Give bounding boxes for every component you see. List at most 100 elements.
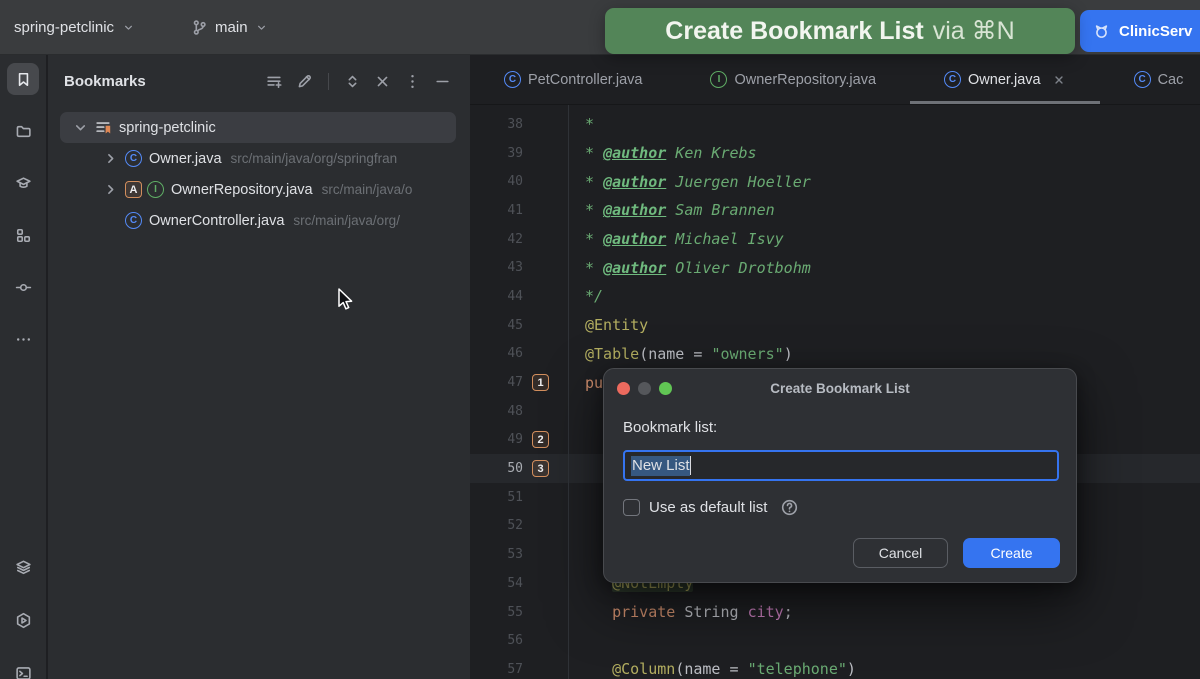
code-line-56[interactable]: 56: [470, 626, 1200, 655]
tab-owner-java[interactable]: COwner.java: [910, 55, 1100, 104]
minimize-window-button[interactable]: [638, 382, 651, 395]
zoom-window-button[interactable]: [659, 382, 672, 395]
line-number: 38: [470, 117, 523, 132]
input-selected-text: New List: [631, 456, 690, 476]
class-icon: C: [504, 71, 521, 88]
tool-window-button-bookmark[interactable]: [7, 63, 39, 95]
shortcut-banner: Create Bookmark List via ⌘N: [605, 8, 1075, 54]
bookmarks-toolbar: [266, 73, 451, 90]
tool-window-button-modules[interactable]: [7, 219, 39, 251]
run-configuration-label: ClinicServ: [1119, 23, 1192, 40]
bookmark-list-field-label: Bookmark list:: [623, 419, 1057, 436]
cancel-button[interactable]: Cancel: [853, 538, 948, 568]
tab-petcontroller-java[interactable]: CPetController.java: [470, 55, 676, 104]
chevron-down-icon: [122, 21, 135, 34]
editor-tab-bar: CPetController.javaIOwnerRepository.java…: [470, 55, 1200, 105]
code-line-44[interactable]: 44*/: [470, 282, 1200, 311]
collapse-all-button[interactable]: [374, 73, 391, 90]
code-line-46[interactable]: 46@Table(name = "owners"): [470, 340, 1200, 369]
tool-window-button-graduation-cap[interactable]: [7, 167, 39, 199]
line-number: 40: [470, 174, 523, 189]
bookmark-mnemonic-gutter[interactable]: 1: [532, 374, 549, 391]
panel-title: Bookmarks: [64, 73, 146, 90]
tab-cac[interactable]: CCac: [1100, 55, 1200, 104]
bookmark-list-icon: [95, 119, 112, 136]
hide-panel-icon: [434, 73, 451, 90]
mouse-cursor: [336, 287, 356, 313]
use-as-default-checkbox[interactable]: [623, 499, 640, 516]
chevron-right-icon[interactable]: [102, 150, 119, 167]
line-number: 53: [470, 547, 523, 562]
more-vertical-button[interactable]: [404, 73, 421, 90]
line-number: 47: [470, 375, 523, 390]
add-list-button[interactable]: [266, 73, 283, 90]
tree-item-owner-java[interactable]: COwner.javasrc/main/java/org/springfran: [60, 143, 456, 174]
code-line-40[interactable]: 40* @author Juergen Hoeller: [470, 167, 1200, 196]
tool-window-button-terminal[interactable]: [7, 657, 39, 679]
close-tab-icon[interactable]: [1052, 73, 1066, 87]
class-icon: C: [944, 71, 961, 88]
project-switcher[interactable]: spring-petclinic: [14, 19, 135, 36]
create-bookmark-list-dialog: Create Bookmark List Bookmark list: New …: [603, 368, 1077, 583]
bookmark-mnemonic-gutter[interactable]: 3: [532, 460, 549, 477]
chevron-right-icon[interactable]: [102, 181, 119, 198]
terminal-icon: [15, 665, 32, 679]
interface-icon: I: [147, 181, 164, 198]
expand-all-button[interactable]: [344, 73, 361, 90]
bookmarks-tree: spring-petclinicCOwner.javasrc/main/java…: [48, 107, 470, 236]
create-button[interactable]: Create: [963, 538, 1060, 568]
line-number: 48: [470, 404, 523, 419]
code-line-38[interactable]: 38*: [470, 110, 1200, 139]
line-number: 45: [470, 318, 523, 333]
editor-area: CPetController.javaIOwnerRepository.java…: [470, 55, 1200, 679]
chevron-down-icon[interactable]: [72, 119, 89, 136]
code-line-42[interactable]: 42* @author Michael Isvy: [470, 225, 1200, 254]
tool-window-button-folder[interactable]: [7, 115, 39, 147]
dialog-titlebar: Create Bookmark List: [604, 369, 1076, 407]
code-line-39[interactable]: 39* @author Ken Krebs: [470, 139, 1200, 168]
bookmarks-panel-header: Bookmarks: [48, 55, 470, 107]
line-number: 50: [470, 461, 523, 476]
line-number: 41: [470, 203, 523, 218]
chevron-down-icon: [255, 21, 268, 34]
bookmark-mnemonic-gutter[interactable]: 2: [532, 431, 549, 448]
tool-window-button-run-hexagon[interactable]: [7, 604, 39, 636]
tree-item-spring-petclinic[interactable]: spring-petclinic: [60, 112, 456, 143]
hide-panel-button[interactable]: [434, 73, 451, 90]
pet-icon: [1093, 23, 1110, 40]
code-line-45[interactable]: 45@Entity: [470, 311, 1200, 340]
code-line-57[interactable]: 57 @Column(name = "telephone"): [470, 655, 1200, 679]
line-number: 46: [470, 346, 523, 361]
line-number: 55: [470, 605, 523, 620]
line-number: 42: [470, 232, 523, 247]
tree-item-ownercontroller-java[interactable]: COwnerController.javasrc/main/java/org/: [60, 205, 456, 236]
shortcut-keys: via ⌘N: [933, 16, 1015, 46]
bookmarks-panel: Bookmarks spring-petclinicCOwner.javasrc…: [48, 55, 470, 679]
modules-icon: [15, 227, 32, 244]
tab-ownerrepository-java[interactable]: IOwnerRepository.java: [676, 55, 910, 104]
edit-pencil-icon: [296, 73, 313, 90]
vcs-branch-widget[interactable]: main: [191, 19, 268, 36]
expand-all-icon: [344, 73, 361, 90]
class-icon: C: [1134, 71, 1151, 88]
layers-icon: [15, 559, 32, 576]
close-window-button[interactable]: [617, 382, 630, 395]
line-number: 43: [470, 260, 523, 275]
run-hexagon-icon: [15, 612, 32, 629]
file-path: src/main/java/org/: [293, 213, 400, 228]
tool-window-stripe: [0, 55, 47, 679]
interface-icon: I: [710, 71, 727, 88]
add-list-icon: [266, 73, 283, 90]
code-line-55[interactable]: 55 private String city;: [470, 598, 1200, 627]
tool-window-button-layers[interactable]: [7, 551, 39, 583]
tree-item-ownerrepository-java[interactable]: AIOwnerRepository.javasrc/main/java/o: [60, 174, 456, 205]
code-line-41[interactable]: 41* @author Sam Brannen: [470, 196, 1200, 225]
bookmark-list-input[interactable]: New List: [623, 450, 1059, 481]
tool-window-button-more-horizontal[interactable]: [7, 323, 39, 355]
line-number: 44: [470, 289, 523, 304]
tool-window-button-commit[interactable]: [7, 271, 39, 303]
run-configuration-button[interactable]: ClinicServ: [1080, 10, 1200, 52]
code-line-43[interactable]: 43* @author Oliver Drotbohm: [470, 253, 1200, 282]
edit-pencil-button[interactable]: [296, 73, 313, 90]
help-icon[interactable]: [780, 498, 799, 517]
